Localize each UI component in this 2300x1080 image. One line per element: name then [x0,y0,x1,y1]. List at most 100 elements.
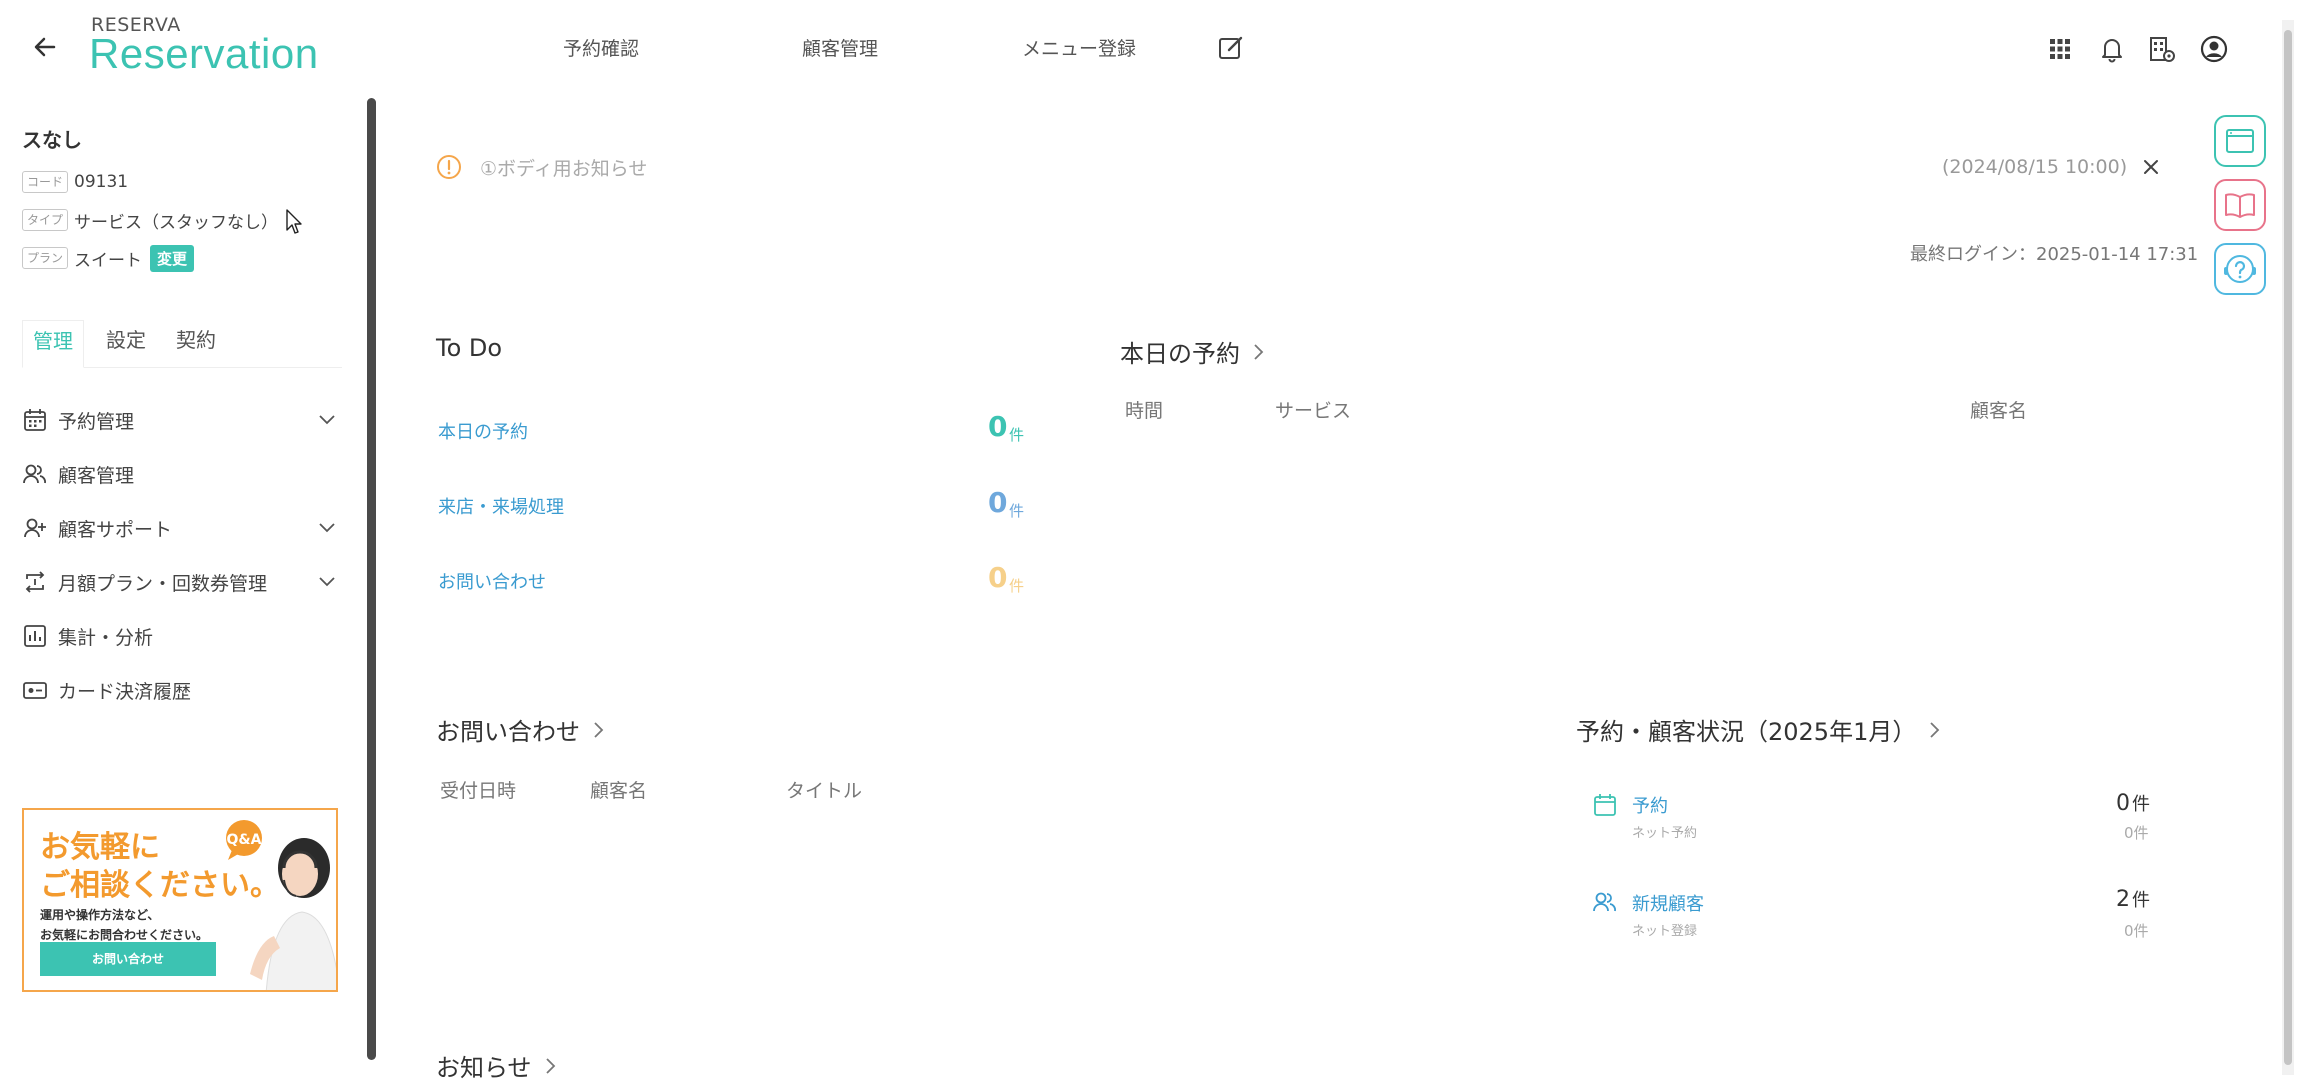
banner-subtext-line2: お気軽にお問合わせください。 [40,928,209,942]
column-header-customer: 顧客名 [1970,400,2028,422]
tab-management[interactable]: 管理 [22,320,84,368]
store-code-row: コード 09131 [22,170,128,194]
todo-today-reservations-count: 0 [988,410,1008,443]
sidebar-item-label: 顧客管理 [58,464,135,487]
today-reservations-title[interactable]: 本日の予約 [1120,334,1266,369]
sidebar-item-label: カード決済履歴 [58,680,192,703]
chevron-down-icon [319,577,335,587]
chevron-down-icon [319,523,335,533]
stat-reservations-count: 0件 [2116,790,2150,816]
browser-window-icon [2226,129,2254,153]
code-tag: コード [22,171,69,193]
store-plan-row: プラン スイート 変更 [22,244,195,272]
banner-contact-button[interactable]: お問い合わせ [40,942,216,976]
page-scrollbar[interactable] [2282,20,2294,1075]
todo-inquiries-count: 0 [988,561,1008,594]
mouse-cursor-icon [286,209,302,234]
stat-count-value: 2 [2116,887,2130,912]
todo-title: To Do [436,334,502,362]
status-title-text: 予約・顧客状況（2025年1月） [1576,718,1917,746]
help-headset-icon [2224,255,2256,283]
todo-inquiries-link[interactable]: お問い合わせ [438,568,546,594]
user-account-icon[interactable] [2199,34,2229,64]
code-value: 09131 [74,172,129,192]
book-icon [2225,193,2255,218]
stat-reservations-sub: ネット予約 [1632,826,1698,841]
back-arrow-icon[interactable] [30,32,60,62]
sidebar-scrollbar[interactable] [367,98,376,1060]
brand-logo[interactable]: Reservation [89,30,319,78]
bar-chart-icon [24,625,46,647]
status-title[interactable]: 予約・顧客状況（2025年1月） [1576,712,1942,747]
support-banner[interactable]: お気軽に ご相談ください。 運用や操作方法など、 お気軽にお問合わせください。 … [22,808,338,992]
notice-text[interactable]: ①ボディ用お知らせ [480,154,647,181]
sidebar-tabs: 管理 設定 契約 [22,320,342,368]
card-icon [23,682,47,699]
stat-count-unit: 件 [2132,794,2150,815]
sidebar-item-label: 集計・分析 [58,626,154,649]
sidebar-item-card-payments[interactable]: カード決済履歴 [22,670,342,710]
notice-alert-icon [437,155,461,179]
column-header-title: タイトル [786,780,863,802]
top-header: RESERVA Reservation 予約確認 顧客管理 メニュー登録 [0,0,2300,98]
edit-icon[interactable] [1217,34,1245,62]
repeat-icon [25,571,45,593]
stat-count-value: 0 [2116,791,2130,816]
nav-customer-management[interactable]: 顧客管理 [802,34,878,61]
sidebar-item-customer-support[interactable]: 顧客サポート [22,508,342,548]
type-tag: タイプ [22,209,69,231]
sidebar-item-label: 月額プラン・回数券管理 [58,572,268,595]
bell-icon[interactable] [2097,34,2127,64]
browser-window-button[interactable] [2214,115,2266,167]
chevron-down-icon [319,415,335,425]
apps-grid-icon[interactable] [2045,34,2075,64]
column-header-time: 時間 [1125,400,1164,422]
help-support-button[interactable] [2214,243,2266,295]
column-header-customer: 顧客名 [590,780,648,802]
column-header-received: 受付日時 [440,780,517,802]
type-value: サービス（スタッフなし） [74,212,279,233]
chevron-right-icon [1254,343,1264,360]
calendar-icon [1594,794,1616,816]
nav-reservation-check[interactable]: 予約確認 [563,34,639,61]
todo-unit: 件 [1009,577,1025,595]
building-settings-icon[interactable] [2147,34,2177,64]
stat-reservations-subcount: 0件 [2124,824,2149,842]
todo-unit: 件 [1009,426,1025,444]
chevron-right-icon [545,1057,555,1074]
today-reservations-title-text: 本日の予約 [1120,340,1240,368]
column-header-service: サービス [1275,400,1352,422]
last-login-time: 最終ログイン：2025-01-14 17:31 [1910,244,2199,265]
stat-new-customers-subcount: 0件 [2124,922,2149,940]
stat-new-customers-link[interactable]: 新規顧客 [1632,890,1704,916]
nav-menu-registration[interactable]: メニュー登録 [1022,34,1136,61]
news-title-text: お知らせ [436,1054,532,1080]
todo-unit: 件 [1009,502,1025,520]
close-icon[interactable] [2140,156,2162,178]
sidebar-item-reservation-management[interactable]: 予約管理 [22,400,342,440]
change-plan-button[interactable]: 変更 [150,244,195,272]
manual-book-button[interactable] [2214,179,2266,231]
inquiries-title[interactable]: お問い合わせ [436,712,606,747]
todo-checkin-link[interactable]: 来店・来場処理 [438,493,564,519]
user-plus-icon [24,518,46,538]
sidebar-item-customer-management[interactable]: 顧客管理 [22,454,342,494]
page-scrollbar-thumb[interactable] [2284,30,2292,1065]
plan-value: スイート [74,250,143,271]
tab-settings[interactable]: 設定 [106,320,146,368]
store-name: スなし [22,128,82,152]
qa-bubble-icon: Q&A [226,820,262,860]
news-title[interactable]: お知らせ [436,1048,558,1080]
qa-bubble-text: Q&A [227,832,262,848]
todo-today-reservations-link[interactable]: 本日の予約 [438,418,528,444]
notice-date: (2024/08/15 10:00) [1942,156,2128,178]
sidebar-item-monthly-plan[interactable]: 月額プラン・回数券管理 [22,562,342,602]
tab-contract[interactable]: 契約 [176,320,216,368]
plan-tag: プラン [22,247,69,269]
todo-checkin-count: 0 [988,486,1008,519]
users-icon [23,464,46,484]
stat-new-customers-sub: ネット登録 [1632,924,1698,939]
stat-reservations-link[interactable]: 予約 [1632,792,1668,818]
sidebar-item-analytics[interactable]: 集計・分析 [22,616,342,656]
sidebar-item-label: 顧客サポート [58,518,173,541]
